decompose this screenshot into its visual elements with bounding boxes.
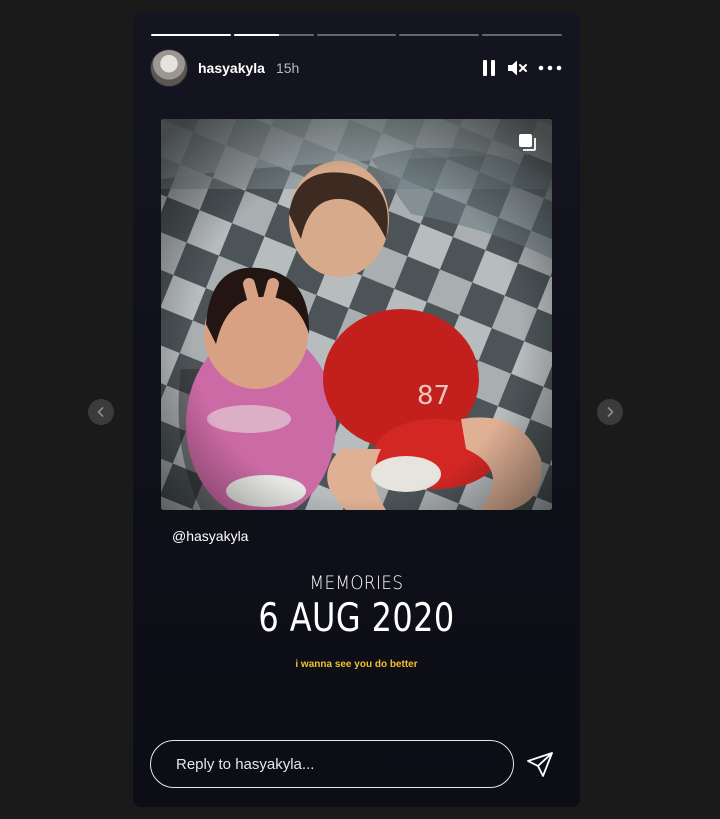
story-caption: i wanna see you do better (295, 659, 418, 670)
progress-segment (482, 34, 562, 36)
story-time: 15h (275, 60, 300, 76)
send-icon (527, 752, 553, 777)
story-viewer: hasyakyla 15h @hasyakyla MEMORIES 6 AUG … (133, 12, 580, 807)
send-button[interactable] (523, 748, 557, 782)
pause-button[interactable] (482, 59, 496, 77)
previous-story-button[interactable] (88, 399, 114, 425)
chevron-right-icon (607, 407, 614, 417)
more-options-icon (538, 65, 562, 71)
pause-icon (483, 60, 495, 76)
user-mention[interactable]: @hasyakyla (172, 528, 248, 544)
reply-input[interactable] (174, 754, 513, 774)
next-story-button[interactable] (597, 399, 623, 425)
progress-segment (316, 34, 397, 36)
memories-title: MEMORIES (309, 572, 404, 594)
muted-speaker-icon (508, 60, 527, 76)
chevron-left-icon (97, 407, 104, 417)
progress-segment (399, 34, 480, 36)
story-header: hasyakyla 15h (150, 49, 562, 87)
children-photo: 87 (161, 119, 552, 510)
multiple-media-icon (519, 134, 536, 151)
progress-segment (151, 34, 231, 36)
mute-toggle-button[interactable] (507, 59, 527, 77)
username[interactable]: hasyakyla (198, 60, 265, 76)
avatar[interactable] (150, 49, 188, 87)
memories-date: 6 AUG 2020 (258, 596, 455, 641)
story-progress-bar (151, 34, 562, 36)
story-photo: 87 (161, 119, 552, 510)
reply-bar (150, 740, 514, 788)
more-options-button[interactable] (538, 65, 562, 71)
progress-segment (233, 34, 314, 36)
